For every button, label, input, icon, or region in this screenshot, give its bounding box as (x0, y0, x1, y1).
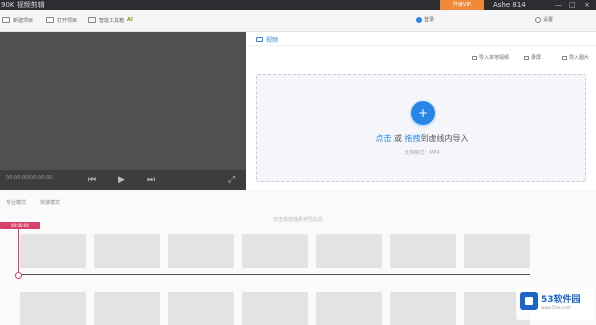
plus-icon: + (417, 106, 429, 120)
new-project-label: 新建项目 (13, 17, 34, 24)
import-local-video-label: 导入本地视频 (479, 55, 510, 61)
track-thumb (20, 292, 86, 325)
audio-track[interactable] (20, 292, 530, 325)
playhead-knob[interactable] (15, 272, 22, 279)
playhead-time[interactable]: 00:00:00 (0, 222, 40, 229)
preview-screen (0, 32, 246, 170)
track-thumb (464, 234, 530, 268)
toolbar: 新建项目 打开项目 智能工具箱 AI 登录 设置 (0, 10, 596, 32)
ai-toolbox-button[interactable]: 智能工具箱 AI (88, 15, 133, 25)
open-project-button[interactable]: 打开项目 (46, 15, 77, 25)
site-watermark: 53软件园 www.53xt.com (516, 288, 594, 320)
tab-video-label: 视频 (266, 36, 279, 44)
track-thumb (242, 292, 308, 325)
camera-icon (256, 36, 263, 42)
timeline-mode-tabs: 专业模式 快速模式 (6, 199, 60, 206)
next-frame-button[interactable]: ⏭ (147, 174, 155, 186)
import-icon (472, 55, 477, 60)
drop-hint: 点击 或 拖拽到虚线内导入 (257, 133, 587, 144)
new-project-icon (2, 17, 10, 23)
tab-quick-mode[interactable]: 快速模式 (40, 199, 60, 206)
track-thumb (168, 234, 234, 268)
fullscreen-button[interactable]: ⤢ (228, 174, 235, 186)
track-thumb (168, 292, 234, 325)
tab-video[interactable]: 视频 (256, 34, 278, 44)
media-tabbar: 视频 (246, 32, 596, 46)
login-button[interactable]: 登录 (416, 16, 434, 23)
login-label: 登录 (424, 17, 435, 23)
app-title: 90K 视频剪辑 (1, 1, 45, 9)
record-screen-button[interactable]: 录屏 (524, 54, 541, 61)
drop-suffix-text: 到虚线内导入 (420, 134, 469, 143)
track-thumb (94, 292, 160, 325)
play-button[interactable]: ▶ (118, 174, 125, 186)
video-track[interactable] (20, 234, 530, 268)
track-thumb (316, 234, 382, 268)
restore-button[interactable]: □ (569, 0, 576, 10)
preview-panel: 00:00:00/00:00:00 ⏮ ▶ ⏭ ⤢ (0, 32, 246, 190)
track-thumb (20, 234, 86, 268)
gear-icon (535, 16, 541, 23)
drop-click-text[interactable]: 点击 (375, 134, 391, 143)
timeline-hint: 双击或拖拽素材至此处 (272, 217, 323, 223)
track-divider (20, 274, 530, 275)
drop-or-text: 或 (394, 134, 402, 143)
upgrade-button[interactable]: 升级VIP (440, 0, 484, 10)
settings-label: 设置 (543, 17, 554, 23)
user-name[interactable]: Ashe 814 (493, 0, 526, 10)
import-image-label: 导入图片 (569, 55, 590, 61)
playback-time: 00:00:00/00:00:00 (6, 175, 53, 181)
import-local-video-button[interactable]: 导入本地视频 (472, 54, 509, 61)
open-project-label: 打开项目 (57, 17, 78, 24)
watermark-url: www.53xt.com (541, 305, 571, 310)
track-thumb (390, 234, 456, 268)
watermark-logo-icon (520, 292, 538, 310)
record-icon (524, 55, 529, 60)
watermark-name: 53软件园 (541, 295, 581, 305)
timeline-panel: 专业模式 快速模式 双击或拖拽素材至此处 00:00:00 (0, 190, 596, 325)
import-image-button[interactable]: 导入图片 (562, 54, 589, 61)
drop-drag-text: 拖拽 (404, 134, 421, 143)
media-dropzone[interactable]: + 点击 或 拖拽到虚线内导入 支持格式：MP4 (256, 74, 586, 182)
ai-toolbox-icon (88, 17, 96, 23)
supported-formats: 支持格式：MP4 (404, 150, 440, 156)
ai-toolbox-label: 智能工具箱 (99, 17, 125, 24)
playback-controls: 00:00:00/00:00:00 ⏮ ▶ ⏭ ⤢ (0, 170, 246, 190)
record-screen-label: 录屏 (531, 55, 542, 61)
new-project-button[interactable]: 新建项目 (2, 15, 33, 25)
track-thumb (242, 234, 308, 268)
playhead-line[interactable] (18, 229, 19, 275)
prev-frame-button[interactable]: ⏮ (88, 174, 96, 186)
track-thumb (390, 292, 456, 325)
tab-pro-mode[interactable]: 专业模式 (6, 199, 26, 206)
add-media-button[interactable]: + (411, 101, 435, 125)
media-panel: 视频 导入本地视频 录屏 导入图片 + 点击 或 拖拽到虚线内导入 支持格式：M… (246, 32, 596, 190)
ai-badge: AI (127, 17, 133, 23)
image-icon (562, 55, 567, 60)
user-icon (416, 16, 422, 23)
title-bar: 90K 视频剪辑 升级VIP Ashe 814 — □ × (0, 0, 596, 10)
minimize-button[interactable]: — (555, 0, 562, 10)
close-button[interactable]: × (584, 0, 590, 10)
track-thumb (94, 234, 160, 268)
track-thumb (316, 292, 382, 325)
open-project-icon (46, 17, 54, 23)
settings-button[interactable]: 设置 (535, 16, 553, 23)
